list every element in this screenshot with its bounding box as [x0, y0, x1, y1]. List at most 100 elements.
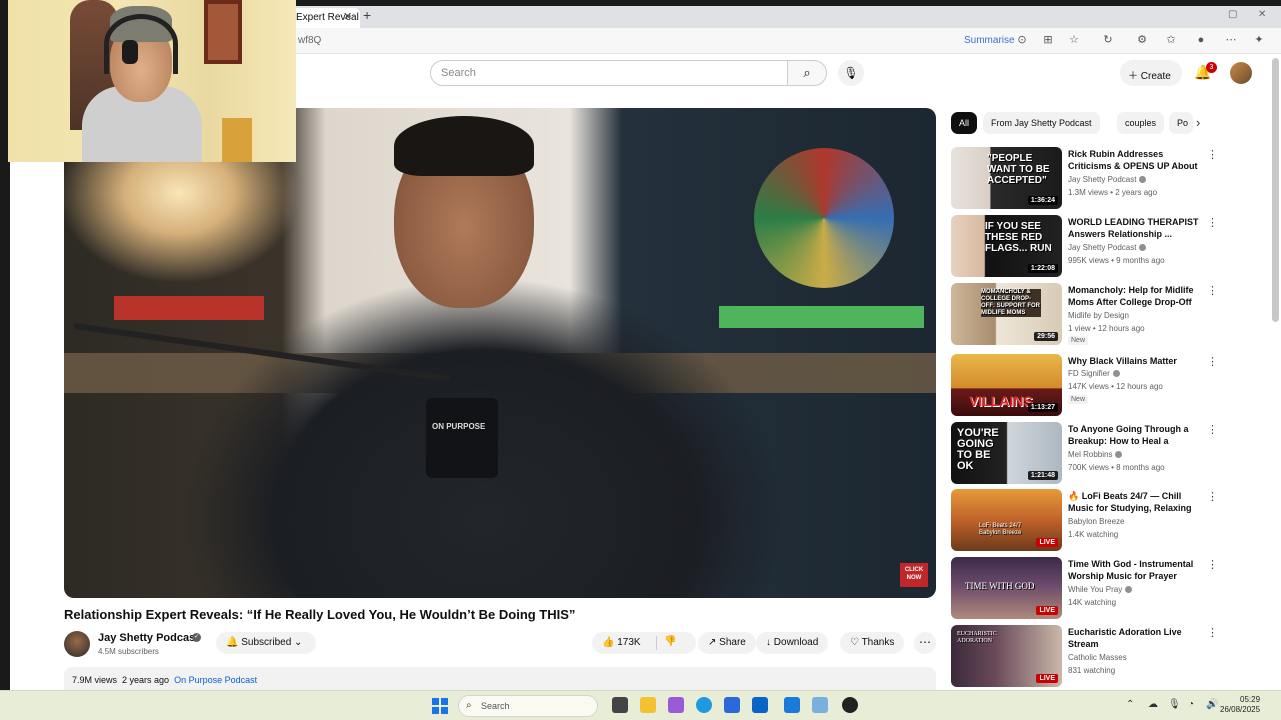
favorite-star-icon[interactable]: ☆: [1067, 33, 1081, 47]
apps-icon[interactable]: ⊞: [1041, 33, 1055, 47]
channel-label: While You Pray: [1068, 585, 1123, 594]
defender-icon[interactable]: [784, 697, 800, 713]
recommendation-title[interactable]: Rick Rubin Addresses Criticisms & OPENS …: [1068, 148, 1204, 172]
kebab-menu-icon[interactable]: ⋮: [1207, 284, 1218, 297]
network-icon[interactable]: ☁: [1148, 699, 1158, 710]
more-actions-button[interactable]: ⋯: [914, 632, 936, 654]
like-button[interactable]: 👍 173K: [602, 637, 641, 648]
recommendation-channel: Babylon Breeze: [1068, 517, 1125, 526]
kebab-menu-icon[interactable]: ⋮: [1207, 216, 1218, 229]
recommendation-item[interactable]: MOMANCHOLY & COLLEGE DROP-OFF: SUPPORT F…: [951, 283, 1218, 347]
description-link[interactable]: On Purpose Podcast: [174, 675, 257, 685]
new-tab-icon[interactable]: +: [363, 7, 371, 23]
channel-label: Jay Shetty Podcast: [1068, 175, 1137, 184]
account-avatar[interactable]: [1230, 62, 1252, 84]
page-scrollbar[interactable]: [1272, 58, 1279, 322]
recommendation-title[interactable]: WORLD LEADING THERAPIST Answers Relation…: [1068, 216, 1204, 240]
recommendation-title[interactable]: 🔥 LoFi Beats 24/7 — Chill Music for Stud…: [1068, 490, 1204, 514]
thumbs-down-icon[interactable]: 👎: [664, 636, 676, 647]
recommendation-thumbnail[interactable]: IF YOU SEE THESE RED FLAGS... RUN 1:22:0…: [951, 215, 1062, 277]
chevron-up-icon[interactable]: ⌃: [1126, 699, 1134, 710]
summarise-button[interactable]: Summarise: [964, 35, 1015, 46]
recommendation-thumbnail[interactable]: "PEOPLE WANT TO BE ACCEPTED" 1:36:24: [951, 147, 1062, 209]
wifi-icon[interactable]: ◔: [1188, 699, 1194, 710]
recommendation-item[interactable]: LoFi Beats 24/7 Babylon Breeze LIVE 🔥 Lo…: [951, 489, 1218, 553]
system-clock[interactable]: 05:29 26/08/2025: [1220, 695, 1260, 715]
clock-time: 05:29: [1240, 695, 1261, 704]
recommendation-title-text: LoFi Beats 24/7 — Chill Music for Studyi…: [1068, 491, 1192, 513]
copilot-icon[interactable]: ✦: [1252, 33, 1266, 47]
volume-icon[interactable]: 🔊: [1206, 699, 1218, 710]
channel-avatar[interactable]: [64, 631, 90, 657]
click-now-watermark[interactable]: CLICK NOW: [900, 563, 928, 587]
recommendation-item[interactable]: YOU'RE GOING TO BE OK 1:21:48 To Anyone …: [951, 422, 1218, 486]
recommendation-title[interactable]: Time With God - Instrumental Worship Mus…: [1068, 558, 1204, 582]
windows-start-icon[interactable]: [432, 698, 448, 714]
outlook-icon[interactable]: [752, 697, 768, 713]
kebab-menu-icon[interactable]: ⋮: [1207, 558, 1218, 571]
create-button[interactable]: ＋ Create: [1120, 60, 1182, 86]
taskbar-search-input[interactable]: ⌕ Search: [458, 695, 598, 717]
extensions-icon[interactable]: ⚙: [1135, 33, 1149, 47]
app-icon[interactable]: [842, 697, 858, 713]
store-icon[interactable]: [724, 697, 740, 713]
microphone-icon[interactable]: 🎙: [1168, 699, 1181, 710]
video-player[interactable]: ON PURPOSE CLICK NOW: [64, 108, 936, 598]
channel-name[interactable]: Jay Shetty Podcast: [98, 632, 199, 644]
minimize-icon[interactable]: ▢: [1228, 9, 1237, 20]
kebab-menu-icon[interactable]: ⋮: [1207, 423, 1218, 436]
verified-icon: [1139, 176, 1147, 184]
recommendation-thumbnail[interactable]: EUCHARISTIC ADORATION LIVE: [951, 625, 1062, 687]
description-box[interactable]: 7.9M views 2 years ago On Purpose Podcas…: [64, 667, 936, 690]
recommendation-item[interactable]: EUCHARISTIC ADORATION LIVE Eucharistic A…: [951, 625, 1218, 689]
voice-search-button[interactable]: 🎙: [838, 60, 864, 86]
recommendation-title[interactable]: Eucharistic Adoration Live Stream: [1068, 626, 1204, 650]
chip-from-channel[interactable]: From Jay Shetty Podcast: [983, 112, 1100, 134]
download-label: Download: [773, 637, 819, 648]
chip-more[interactable]: Po: [1169, 112, 1193, 134]
more-dots-icon: ⋯: [919, 635, 931, 649]
recommendation-thumbnail[interactable]: TIME WITH GOD LIVE: [951, 557, 1062, 619]
download-icon: ↓: [766, 637, 774, 648]
task-view-icon[interactable]: [612, 697, 628, 713]
share-button[interactable]: ↗ Share: [698, 632, 756, 654]
kebab-menu-icon[interactable]: ⋮: [1207, 626, 1218, 639]
profile-icon[interactable]: ●: [1194, 33, 1208, 47]
tab-close-icon[interactable]: ✕: [343, 10, 352, 23]
recommendation-title[interactable]: Why Black Villains Matter: [1068, 355, 1204, 367]
url-field[interactable]: wf8Q: [298, 35, 321, 46]
kebab-menu-icon[interactable]: ⋮: [1207, 355, 1218, 368]
close-window-icon[interactable]: ✕: [1258, 9, 1266, 20]
reader-icon[interactable]: ⊙: [1015, 33, 1029, 47]
recommendation-thumbnail[interactable]: MOMANCHOLY & COLLEGE DROP-OFF: SUPPORT F…: [951, 283, 1062, 345]
subscribed-button[interactable]: 🔔 Subscribed ⌄: [216, 632, 316, 654]
thanks-button[interactable]: ♡ Thanks: [840, 632, 905, 654]
photos-icon[interactable]: [812, 697, 828, 713]
recommendation-thumbnail[interactable]: LoFi Beats 24/7 Babylon Breeze LIVE: [951, 489, 1062, 551]
recommendation-item[interactable]: IF YOU SEE THESE RED FLAGS... RUN 1:22:0…: [951, 215, 1218, 279]
recommendation-title[interactable]: Momancholy: Help for Midlife Moms After …: [1068, 284, 1204, 308]
search-button[interactable]: ⌕: [787, 60, 827, 86]
download-button[interactable]: ↓ Download: [756, 632, 829, 654]
recommendation-item[interactable]: VILLAINS 1:13:27 Why Black Villains Matt…: [951, 354, 1218, 418]
file-explorer-icon[interactable]: [640, 697, 656, 713]
menu-dots-icon[interactable]: ⋯: [1224, 33, 1238, 47]
copilot-app-icon[interactable]: [668, 697, 684, 713]
recommendation-thumbnail[interactable]: VILLAINS 1:13:27: [951, 354, 1062, 416]
search-input[interactable]: Search: [430, 60, 788, 86]
channel-label: Jay Shetty Podcast: [1068, 243, 1137, 252]
thanks-icon: ♡: [850, 637, 862, 648]
recommendation-thumbnail[interactable]: YOU'RE GOING TO BE OK 1:21:48: [951, 422, 1062, 484]
chevron-right-icon[interactable]: ›: [1196, 115, 1200, 130]
refresh-icon[interactable]: ↻: [1101, 33, 1115, 47]
chip-all[interactable]: All: [951, 112, 978, 134]
chip-couples[interactable]: couples: [1117, 112, 1165, 134]
kebab-menu-icon[interactable]: ⋮: [1207, 490, 1218, 503]
favorites-icon[interactable]: ✩: [1164, 33, 1178, 47]
recommendation-item[interactable]: TIME WITH GOD LIVE Time With God - Instr…: [951, 557, 1218, 621]
recommendation-title[interactable]: To Anyone Going Through a Breakup: How t…: [1068, 423, 1204, 447]
recommendation-channel: Mel Robbins: [1068, 450, 1123, 459]
edge-browser-icon[interactable]: [696, 697, 712, 713]
kebab-menu-icon[interactable]: ⋮: [1207, 148, 1218, 161]
recommendation-item[interactable]: "PEOPLE WANT TO BE ACCEPTED" 1:36:24 Ric…: [951, 147, 1218, 211]
